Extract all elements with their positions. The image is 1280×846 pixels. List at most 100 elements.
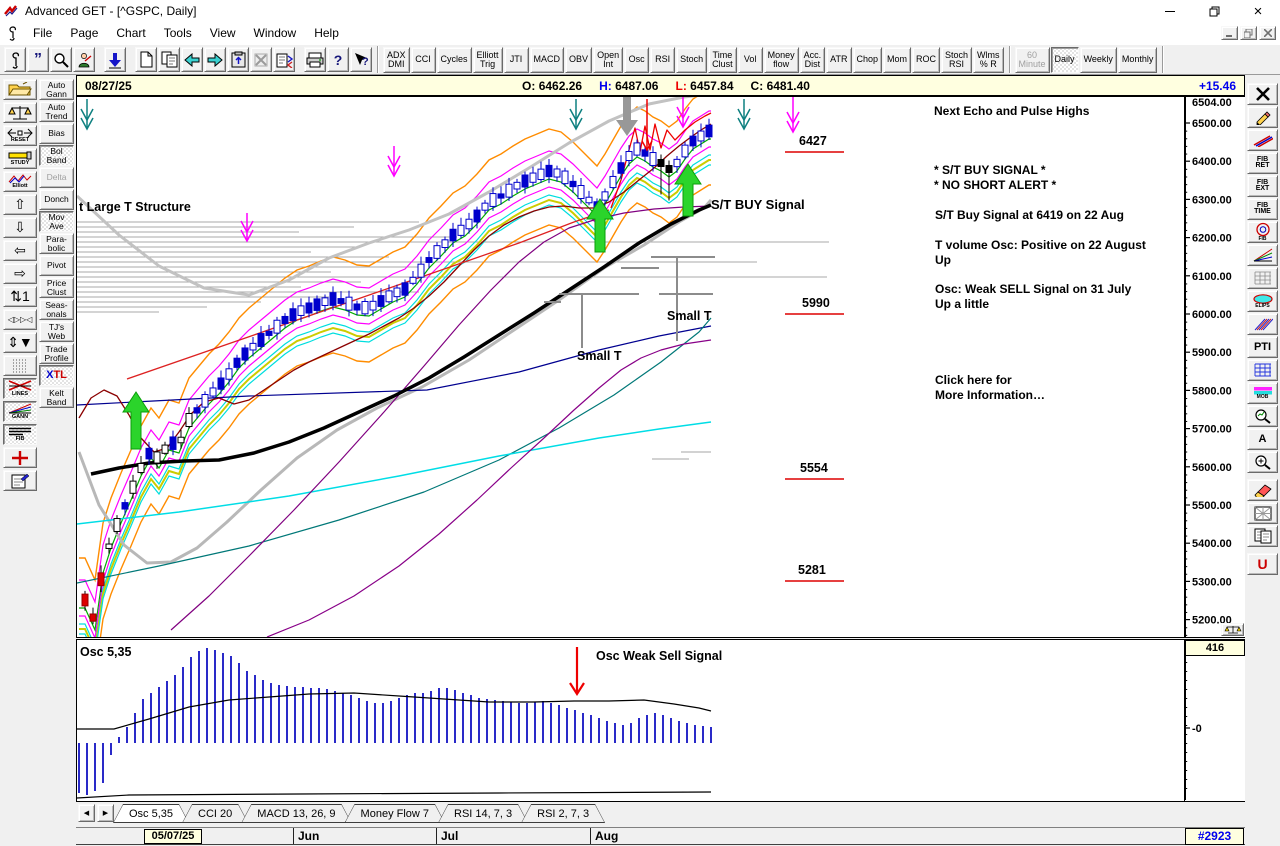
print-icon[interactable] xyxy=(304,47,326,72)
page-back-icon[interactable] xyxy=(181,47,203,72)
indicator-money-flow[interactable]: Money flow xyxy=(764,47,799,73)
notes-icon[interactable] xyxy=(3,470,37,491)
indicator-osc[interactable]: Osc xyxy=(624,47,649,73)
indicator-chop[interactable]: Chop xyxy=(853,47,883,73)
grid-tool-icon[interactable] xyxy=(1247,267,1278,289)
title-bar[interactable]: Advanced GET - [^GSPC, Daily] × xyxy=(0,0,1280,22)
open-chart-icon[interactable] xyxy=(3,79,37,100)
indicator-stoch-rsi[interactable]: Stoch RSI xyxy=(941,47,972,73)
study-bias[interactable]: Bias xyxy=(39,123,74,144)
restore-button[interactable] xyxy=(1192,0,1236,22)
fib-circle-icon[interactable]: FIB xyxy=(1247,221,1278,243)
indicator-elliott-trig[interactable]: Elliott Trig xyxy=(473,47,503,73)
indicator-cci[interactable]: CCI xyxy=(411,47,436,73)
menu-chart[interactable]: Chart xyxy=(107,24,154,42)
drag-tool-icon[interactable] xyxy=(4,47,26,72)
parallel-lines-icon[interactable] xyxy=(1247,129,1278,151)
mdi-minimize-button[interactable] xyxy=(1221,26,1238,40)
lines-icon[interactable]: LINES xyxy=(3,378,37,399)
zoom-in-icon[interactable] xyxy=(1247,451,1278,473)
indicator-wlms-r[interactable]: Wlms % R xyxy=(973,47,1004,73)
period-weekly[interactable]: Weekly xyxy=(1080,47,1117,73)
pti-button[interactable]: PTI xyxy=(1247,336,1278,358)
indicator-adx-dmi[interactable]: ADX DMI xyxy=(383,47,410,73)
bar-spacing-icon[interactable]: ⇅1 xyxy=(3,286,37,307)
mdi-restore-button[interactable] xyxy=(1240,26,1257,40)
tab-cci-20[interactable]: CCI 20 xyxy=(182,804,248,823)
arrow-right-icon[interactable]: ⇨ xyxy=(3,263,37,284)
scales-icon[interactable] xyxy=(3,102,37,123)
more-info-link[interactable]: More Information… xyxy=(935,388,1045,402)
mdi-close-button[interactable] xyxy=(1259,26,1276,40)
oscillator-chart[interactable]: Osc 5,35Osc Weak Sell Signal xyxy=(77,640,1185,801)
study-icon[interactable]: STUDY xyxy=(3,148,37,169)
delete-drawings-icon[interactable] xyxy=(1247,502,1278,524)
clipboard-up-icon[interactable] xyxy=(227,47,249,72)
study-bol-band[interactable]: Bol Band xyxy=(39,145,74,166)
analyst-icon[interactable] xyxy=(73,47,95,72)
fib-retracement-button[interactable]: FIB RET xyxy=(1247,152,1278,174)
reset-icon[interactable]: RESET xyxy=(3,125,37,146)
menu-help[interactable]: Help xyxy=(305,24,348,42)
indicator-acc-dist[interactable]: Acc. Dist xyxy=(800,47,826,73)
tab-money-flow-7[interactable]: Money Flow 7 xyxy=(345,804,445,823)
menu-view[interactable]: View xyxy=(201,24,245,42)
magnet-button[interactable]: U xyxy=(1247,553,1278,575)
hatch-lines-icon[interactable] xyxy=(1247,313,1278,335)
eraser-icon[interactable] xyxy=(1247,479,1278,501)
fib-time-button[interactable]: FIB TIME xyxy=(1247,198,1278,220)
tab-rsi-2-7-3[interactable]: RSI 2, 7, 3 xyxy=(521,804,605,823)
study-auto-trend[interactable]: Auto Trend xyxy=(39,101,74,122)
zoom-tool-icon[interactable] xyxy=(50,47,72,72)
gann-icon[interactable]: GANN xyxy=(3,401,37,422)
study-pivot[interactable]: Pivot xyxy=(39,255,74,276)
context-help-icon[interactable]: ? xyxy=(350,47,372,72)
study-tj-s-web[interactable]: TJ's Web xyxy=(39,321,74,342)
study-trade-profile[interactable]: Trade Profile xyxy=(39,343,74,364)
period-60-minute[interactable]: 60 Minute xyxy=(1015,47,1050,73)
period-monthly[interactable]: Monthly xyxy=(1118,47,1158,73)
oscillator-panel[interactable]: Osc 5,35Osc Weak Sell Signal 416 -0 xyxy=(76,639,1245,802)
indicator-atr[interactable]: ATR xyxy=(826,47,851,73)
close-drawing-icon[interactable] xyxy=(1247,83,1278,105)
study-donch[interactable]: Donch xyxy=(39,189,74,210)
indicator-macd[interactable]: MACD xyxy=(530,47,565,73)
tab-macd-13-26-9[interactable]: MACD 13, 26, 9 xyxy=(241,804,351,823)
period-daily[interactable]: Daily xyxy=(1051,47,1079,73)
fib-extension-button[interactable]: FIB EXT xyxy=(1247,175,1278,197)
indicator-vol[interactable]: Vol xyxy=(738,47,763,73)
study-mov-ave[interactable]: Mov Ave xyxy=(39,211,74,232)
indicator-mom[interactable]: Mom xyxy=(883,47,911,73)
blue-grid-icon[interactable] xyxy=(1247,359,1278,381)
tab-osc-5-35[interactable]: Osc 5,35 xyxy=(113,804,189,823)
study-delta[interactable]: Delta xyxy=(39,167,74,188)
elliott-icon[interactable]: Elliott xyxy=(3,171,37,192)
indicator-stoch[interactable]: Stoch xyxy=(676,47,707,73)
menu-tools[interactable]: Tools xyxy=(155,24,201,42)
price-chart-panel[interactable]: t Large T StructureS/T BUY SignalSmall T… xyxy=(76,96,1245,638)
gann-fan-icon[interactable] xyxy=(1247,244,1278,266)
indicator-roc[interactable]: ROC xyxy=(912,47,940,73)
page-forward-icon[interactable] xyxy=(204,47,226,72)
text-tool-button[interactable]: A xyxy=(1247,428,1278,450)
minimize-button[interactable] xyxy=(1148,0,1192,22)
copy-page-icon[interactable] xyxy=(158,47,180,72)
study-auto-gann[interactable]: Auto Gann xyxy=(39,79,74,100)
clipboard-swap-icon[interactable] xyxy=(273,47,295,72)
menu-window[interactable]: Window xyxy=(245,24,306,42)
indicator-obv[interactable]: OBV xyxy=(565,47,592,73)
study-xtl[interactable]: XTL xyxy=(39,365,74,386)
zoom-chart-icon[interactable] xyxy=(1247,405,1278,427)
help-icon[interactable]: ? xyxy=(327,47,349,72)
sort-icon[interactable]: ⇕▼ xyxy=(3,332,37,353)
study-para-bolic[interactable]: Para- bolic xyxy=(39,233,74,254)
more-info-link[interactable]: Click here for xyxy=(935,373,1012,387)
menu-page[interactable]: Page xyxy=(61,24,107,42)
quote-icon[interactable]: ” xyxy=(27,47,49,72)
indicator-open-int[interactable]: Open Int xyxy=(593,47,623,73)
crosshair-icon[interactable] xyxy=(3,447,37,468)
pencil-icon[interactable] xyxy=(1247,106,1278,128)
scale-settings-button[interactable] xyxy=(1221,623,1244,636)
tab-rsi-14-7-3[interactable]: RSI 14, 7, 3 xyxy=(438,804,528,823)
delete-disabled-icon[interactable] xyxy=(250,47,272,72)
